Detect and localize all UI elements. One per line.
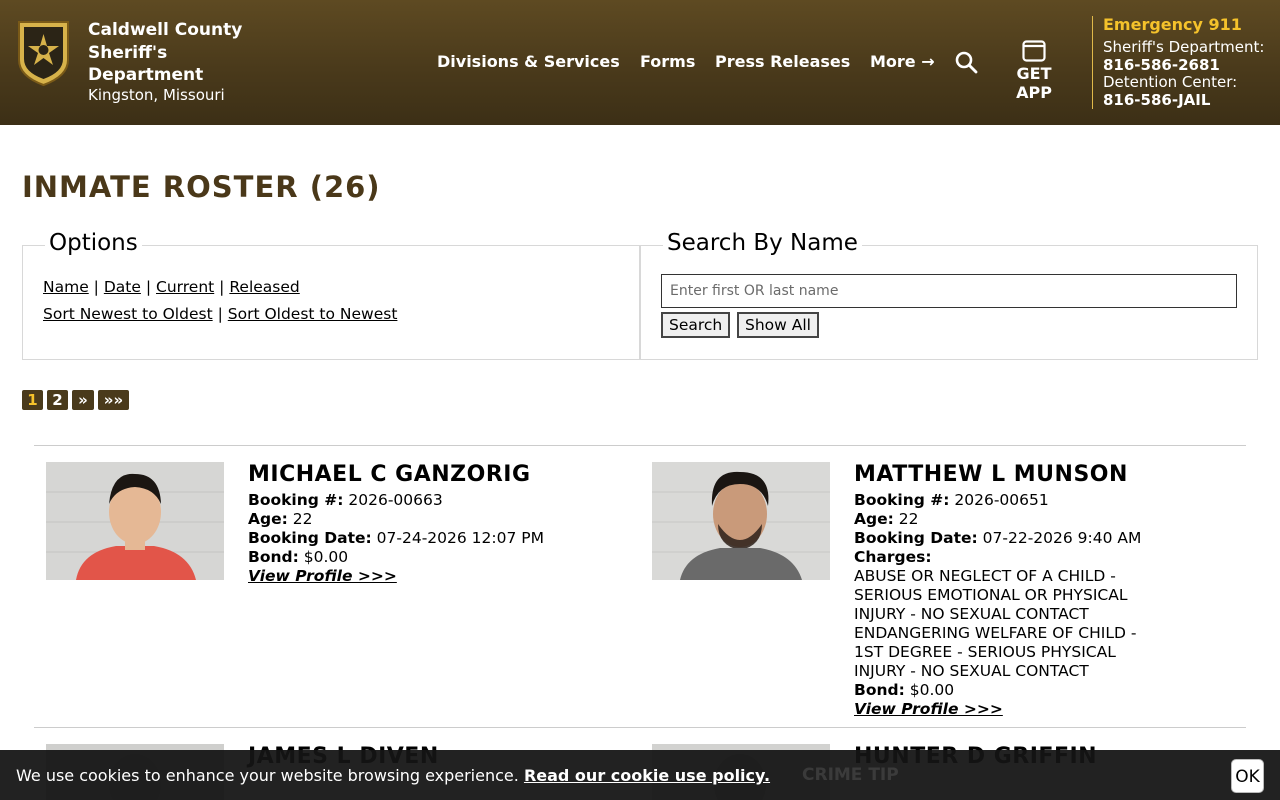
options-legend: Options: [45, 230, 142, 256]
inmate-age: Age: 22: [854, 510, 919, 528]
bond-amount: Bond: $0.00: [854, 681, 955, 699]
charge-item: ABUSE OR NEGLECT OF A CHILD - SERIOUS EM…: [854, 567, 1128, 623]
options-sort-row: Sort Newest to Oldest | Sort Oldest to N…: [43, 305, 397, 323]
inmate-name[interactable]: MICHAEL C GANZORIG: [248, 462, 531, 487]
emergency-title: Emergency 911: [1103, 15, 1242, 34]
inmate-age: Age: 22: [248, 510, 313, 528]
search-panel: Search By Name Search Show All: [640, 230, 1258, 360]
page-title: INMATE ROSTER (26): [22, 170, 381, 204]
nav-press-releases[interactable]: Press Releases: [715, 52, 850, 71]
separator: |: [93, 278, 99, 296]
filter-released-link[interactable]: Released: [229, 278, 299, 296]
app-icon: [1022, 40, 1046, 62]
header-divider: [1092, 16, 1093, 109]
show-all-button[interactable]: Show All: [737, 312, 819, 338]
page-1-button[interactable]: 1: [22, 390, 43, 410]
sheriff-badge-logo[interactable]: [15, 18, 72, 88]
sheriff-dept-label: Sheriff's Department:: [1103, 38, 1265, 56]
booking-date: Booking Date: 07-24-2026 12:07 PM: [248, 529, 544, 547]
sort-oldest-link[interactable]: Sort Oldest to Newest: [228, 305, 398, 323]
view-profile-link[interactable]: View Profile >>>: [248, 567, 397, 585]
inmate-photo[interactable]: [46, 462, 224, 580]
charges-label: Charges:: [854, 548, 932, 566]
next-page-button[interactable]: »: [72, 390, 94, 410]
view-profile-row: View Profile >>>: [854, 700, 1003, 719]
search-legend: Search By Name: [663, 230, 862, 256]
view-profile-link[interactable]: View Profile >>>: [854, 700, 1003, 718]
nav-forms[interactable]: Forms: [640, 52, 695, 71]
filter-date-link[interactable]: Date: [104, 278, 141, 296]
cookie-banner: We use cookies to enhance your website b…: [0, 750, 1280, 800]
filter-name-link[interactable]: Name: [43, 278, 89, 296]
roster-divider: [34, 727, 1246, 728]
cookie-message: We use cookies to enhance your website b…: [16, 766, 770, 785]
charge-item: ENDANGERING WELFARE OF CHILD - 1ST DEGRE…: [854, 624, 1137, 680]
name-search-input[interactable]: [661, 274, 1237, 308]
detention-center-label: Detention Center:: [1103, 73, 1238, 91]
sheriff-dept-phone[interactable]: 816-586-2681: [1103, 56, 1220, 74]
get-app-label: GET APP: [1016, 64, 1052, 102]
search-button[interactable]: Search: [661, 312, 731, 338]
cookie-ok-button[interactable]: OK: [1231, 759, 1264, 793]
bond-amount: Bond: $0.00: [248, 548, 349, 566]
cookie-text: We use cookies to enhance your website b…: [16, 766, 519, 785]
brand-location: Kingston, Missouri: [88, 86, 225, 104]
booking-number: Booking #: 2026-00663: [248, 491, 443, 509]
last-page-button[interactable]: »»: [98, 390, 129, 410]
detention-center-phone[interactable]: 816-586-JAIL: [1103, 91, 1210, 109]
separator: |: [145, 278, 152, 296]
options-filter-row: Name | Date | Current | Released: [43, 278, 300, 296]
crime-tip-link-behind-banner: CRIME TIP: [802, 765, 899, 785]
page-2-button[interactable]: 2: [47, 390, 68, 410]
inmate-photo[interactable]: [652, 462, 830, 580]
sort-newest-link[interactable]: Sort Newest to Oldest: [43, 305, 213, 323]
get-app-button[interactable]: GET APP: [996, 40, 1072, 102]
filter-current-link[interactable]: Current: [156, 278, 214, 296]
roster-divider: [34, 445, 1246, 446]
separator: |: [219, 278, 225, 296]
separator: |: [217, 305, 223, 323]
nav-divisions-services[interactable]: Divisions & Services: [437, 52, 620, 71]
options-panel: Options Name | Date | Current | Released…: [22, 230, 640, 360]
view-profile-row: View Profile >>>: [248, 567, 397, 586]
nav-more[interactable]: More →: [870, 52, 935, 71]
booking-date: Booking Date: 07-22-2026 9:40 AM: [854, 529, 1142, 547]
site-header: Caldwell County Sheriff's Department Kin…: [0, 0, 1280, 125]
cookie-policy-link[interactable]: Read our cookie use policy.: [524, 766, 770, 785]
inmate-name[interactable]: MATTHEW L MUNSON: [854, 462, 1128, 487]
brand-name[interactable]: Caldwell County Sheriff's Department: [88, 19, 288, 87]
search-icon[interactable]: [954, 50, 978, 74]
booking-number: Booking #: 2026-00651: [854, 491, 1049, 509]
